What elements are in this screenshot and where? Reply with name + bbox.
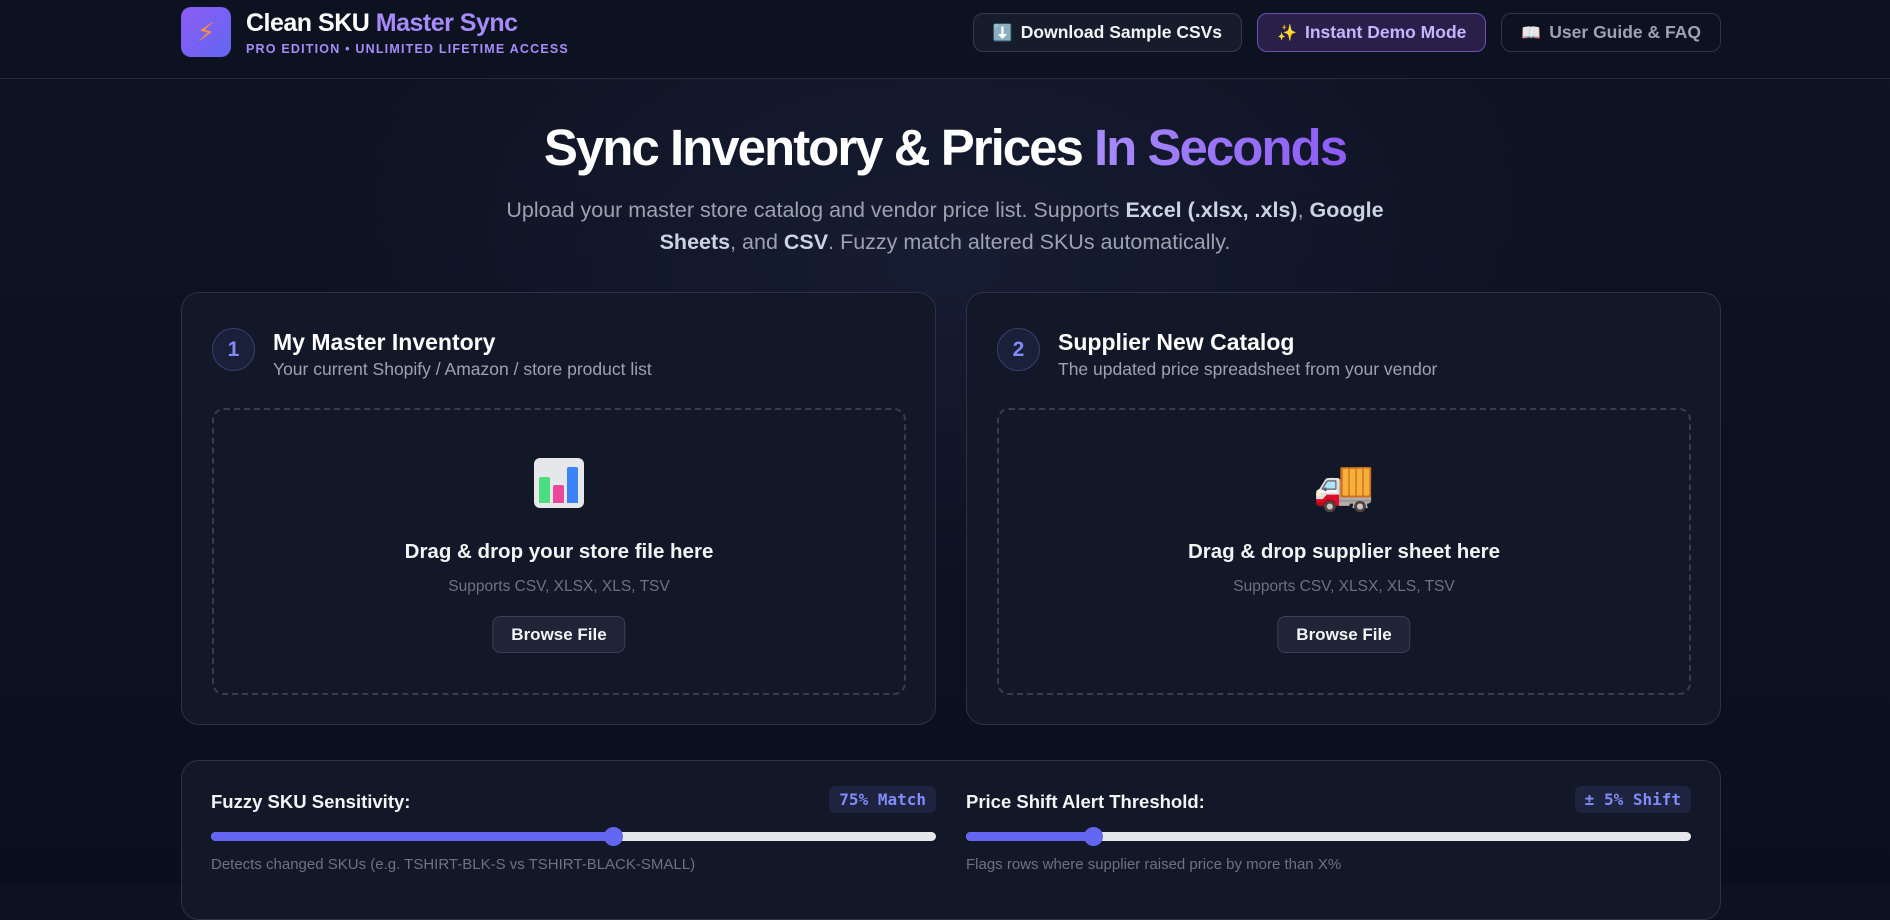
hero-sub-text-1: Upload your master store catalog and ven… xyxy=(506,198,1126,222)
top-header: ⚡ Clean SKU Master Sync PRO EDITION • UN… xyxy=(0,0,1890,79)
card-header: 1 My Master Inventory Your current Shopi… xyxy=(212,328,652,380)
hero-sub-text-4: . Fuzzy match altered SKUs automatically… xyxy=(828,230,1231,254)
brand-text: Clean SKU Master Sync PRO EDITION • UNLI… xyxy=(246,8,569,56)
threshold-value-badge: ± 5% Shift xyxy=(1574,786,1691,813)
dropzone-title: Drag & drop supplier sheet here xyxy=(1187,540,1501,563)
instant-demo-button[interactable]: ✨ Instant Demo Mode xyxy=(1257,13,1487,52)
download-icon: ⬇️ xyxy=(992,24,1013,42)
download-samples-label: Download Sample CSVs xyxy=(1020,22,1223,42)
hero-sub-excel: Excel (.xlsx, .xls) xyxy=(1125,198,1298,222)
card-header: 2 Supplier New Catalog The updated price… xyxy=(997,328,1437,380)
hero-title-main: Sync Inventory & Prices xyxy=(543,119,1084,176)
user-guide-button[interactable]: 📖 User Guide & FAQ xyxy=(1501,13,1721,52)
book-icon: 📖 xyxy=(1521,24,1542,42)
hero-sub-csv: CSV xyxy=(783,230,829,254)
supplier-sheet-dropzone[interactable]: 🚚 Drag & drop supplier sheet here Suppor… xyxy=(997,408,1691,695)
setting-help: Flags rows where supplier raised price b… xyxy=(966,856,1342,873)
header-nav: ⬇️ Download Sample CSVs ✨ Instant Demo M… xyxy=(972,13,1721,52)
app-subtitle: PRO EDITION • UNLIMITED LIFETIME ACCESS xyxy=(246,42,569,56)
user-guide-label: User Guide & FAQ xyxy=(1549,22,1701,42)
lightning-bolt-icon: ⚡ xyxy=(181,7,231,57)
app-title-main: Clean SKU xyxy=(246,9,370,37)
step-badge: 2 xyxy=(997,328,1040,371)
dropzone-formats: Supports CSV, XLSX, XLS, TSV xyxy=(1233,578,1455,595)
hero-subtitle: Upload your master store catalog and ven… xyxy=(475,194,1415,258)
slider-fill xyxy=(211,832,614,841)
app-title: Clean SKU Master Sync xyxy=(246,8,569,38)
delivery-truck-icon: 🚚 xyxy=(1312,457,1376,513)
card-title: Supplier New Catalog xyxy=(1058,329,1295,355)
master-inventory-card: 1 My Master Inventory Your current Shopi… xyxy=(181,292,936,725)
card-description: Your current Shopify / Amazon / store pr… xyxy=(273,359,652,379)
setting-help: Detects changed SKUs (e.g. TSHIRT-BLK-S … xyxy=(211,856,696,873)
slider-fill xyxy=(966,832,1093,841)
app-title-accent: Master Sync xyxy=(375,9,518,37)
card-description: The updated price spreadsheet from your … xyxy=(1058,359,1438,379)
slider-thumb[interactable] xyxy=(1083,827,1103,846)
hero-sub-text-3: , and xyxy=(730,230,784,254)
brand[interactable]: ⚡ Clean SKU Master Sync PRO EDITION • UN… xyxy=(181,7,569,57)
price-threshold-setting: Price Shift Alert Threshold: ± 5% Shift … xyxy=(966,786,1691,873)
sensitivity-slider[interactable] xyxy=(211,827,936,846)
step-badge: 1 xyxy=(212,328,255,371)
fuzzy-sensitivity-setting: Fuzzy SKU Sensitivity: 75% Match Detects… xyxy=(211,786,936,873)
supplier-catalog-card: 2 Supplier New Catalog The updated price… xyxy=(966,292,1721,725)
setting-label: Fuzzy SKU Sensitivity: xyxy=(211,791,411,812)
download-samples-button[interactable]: ⬇️ Download Sample CSVs xyxy=(972,13,1243,52)
settings-panel: Fuzzy SKU Sensitivity: 75% Match Detects… xyxy=(181,760,1721,920)
sensitivity-value-badge: 75% Match xyxy=(829,786,936,813)
sparkles-icon: ✨ xyxy=(1277,24,1297,42)
browse-file-button[interactable]: Browse File xyxy=(1277,616,1411,653)
hero-title: Sync Inventory & Prices In Seconds xyxy=(0,118,1890,177)
instant-demo-label: Instant Demo Mode xyxy=(1304,22,1467,42)
hero-title-accent: In Seconds xyxy=(1094,119,1348,176)
dropzone-formats: Supports CSV, XLSX, XLS, TSV xyxy=(448,578,670,595)
hero-sub-text-2: , xyxy=(1297,198,1310,222)
browse-file-button[interactable]: Browse File xyxy=(492,616,626,653)
dropzone-title: Drag & drop your store file here xyxy=(404,540,714,563)
slider-thumb[interactable] xyxy=(604,827,624,846)
bar-chart-icon xyxy=(214,458,904,513)
store-file-dropzone[interactable]: Drag & drop your store file here Support… xyxy=(212,408,906,695)
card-titles: Supplier New Catalog The updated price s… xyxy=(1058,328,1437,380)
card-title: My Master Inventory xyxy=(273,329,496,355)
threshold-slider[interactable] xyxy=(966,827,1691,846)
card-titles: My Master Inventory Your current Shopify… xyxy=(273,328,652,380)
